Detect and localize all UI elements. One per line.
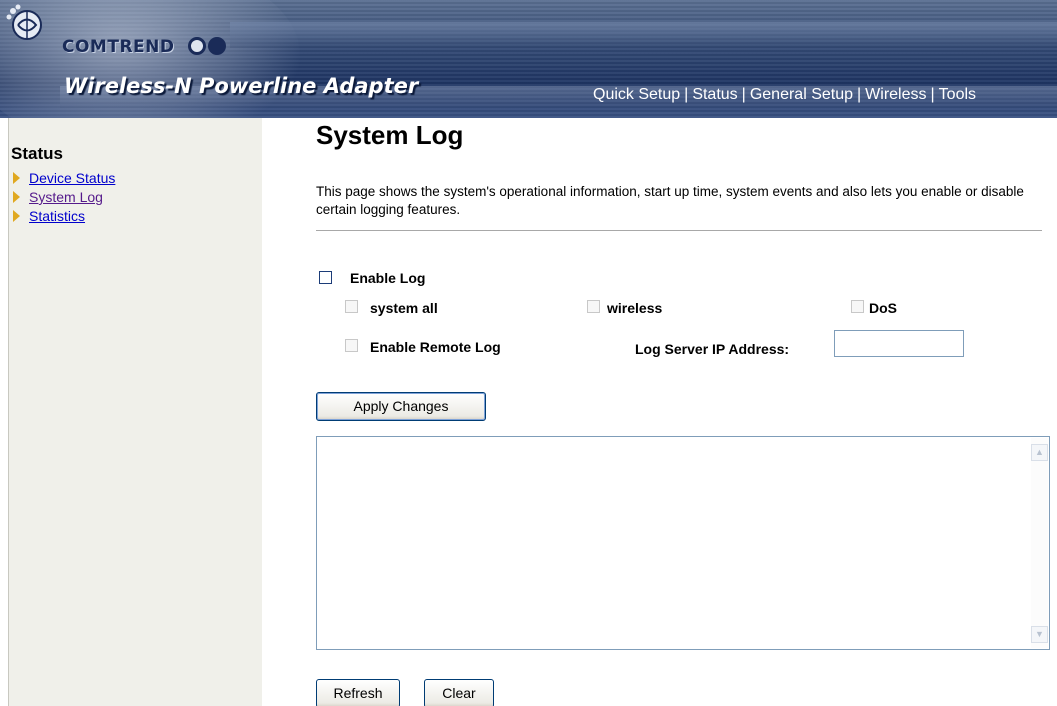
- nav-general-setup[interactable]: General Setup: [750, 86, 853, 103]
- header-banner: COMTREND Wireless-N Powerline Adapter Qu…: [0, 0, 1057, 118]
- arrow-right-icon: [13, 191, 20, 203]
- brand-logo-dots: [188, 37, 228, 60]
- sidebar-item-system-log: System Log: [13, 189, 103, 205]
- brand-logo: COMTREND: [62, 37, 175, 57]
- enable-log-label: Enable Log: [350, 270, 426, 286]
- nav-quick-setup[interactable]: Quick Setup: [593, 86, 680, 103]
- enable-remote-log-label: Enable Remote Log: [370, 339, 501, 355]
- page-title: System Log: [316, 120, 464, 150]
- brand-emblem-icon: [6, 4, 42, 40]
- scroll-up-icon[interactable]: ▲: [1031, 444, 1048, 461]
- log-scrollbar[interactable]: ▲ ▼: [1031, 438, 1048, 648]
- sidebar-item-statistics: Statistics: [13, 208, 85, 224]
- apply-changes-button[interactable]: Apply Changes: [316, 392, 486, 421]
- refresh-button[interactable]: Refresh: [316, 679, 400, 706]
- device-status-link[interactable]: Device Status: [29, 170, 115, 186]
- top-navigation: Quick Setup | Status | General Setup | Wireles…: [593, 86, 977, 103]
- divider: [316, 230, 1042, 231]
- dos-label: DoS: [869, 300, 897, 316]
- statistics-link[interactable]: Statistics: [29, 208, 85, 224]
- sidebar: Status Device Status System Log Statisti…: [8, 118, 262, 706]
- system-log-textarea[interactable]: ▲ ▼: [316, 436, 1050, 650]
- system-log-link[interactable]: System Log: [29, 189, 103, 205]
- nav-wireless[interactable]: Wireless: [865, 86, 926, 103]
- nav-tools[interactable]: Tools: [939, 86, 976, 103]
- banner-band: [230, 22, 1057, 48]
- enable-log-checkbox[interactable]: [319, 271, 332, 284]
- wireless-checkbox[interactable]: [587, 300, 600, 313]
- dos-checkbox[interactable]: [851, 300, 864, 313]
- sidebar-item-device-status: Device Status: [13, 170, 115, 186]
- arrow-right-icon: [13, 172, 20, 184]
- log-server-ip-label: Log Server IP Address:: [635, 341, 790, 357]
- product-title: Wireless-N Powerline Adapter: [64, 74, 419, 98]
- log-server-ip-input[interactable]: [834, 330, 964, 357]
- scroll-down-icon[interactable]: ▼: [1031, 626, 1048, 643]
- sidebar-title: Status: [11, 144, 63, 163]
- system-all-label: system all: [370, 300, 438, 316]
- page-description: This page shows the system's operational…: [316, 184, 1024, 217]
- enable-remote-log-checkbox[interactable]: [345, 339, 358, 352]
- arrow-right-icon: [13, 210, 20, 222]
- wireless-label: wireless: [607, 300, 663, 316]
- nav-status[interactable]: Status: [692, 86, 737, 103]
- clear-button[interactable]: Clear: [424, 679, 494, 706]
- system-all-checkbox[interactable]: [345, 300, 358, 313]
